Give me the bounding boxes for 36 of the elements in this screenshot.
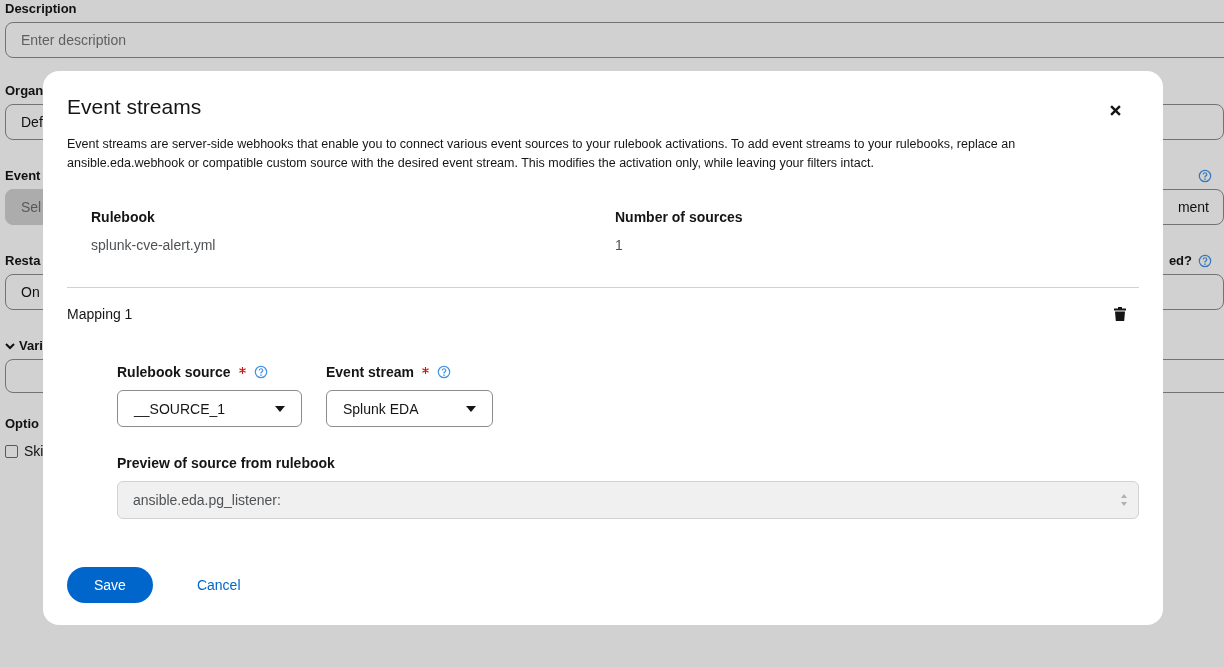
trash-icon[interactable]: [1114, 307, 1126, 321]
description-field[interactable]: Enter description: [5, 22, 1224, 58]
field-label: Description: [5, 0, 78, 18]
close-icon[interactable]: [1110, 104, 1121, 116]
mapping-title: Mapping 1: [67, 306, 133, 322]
help-icon[interactable]: [1198, 254, 1212, 268]
checkbox-label: Ski: [24, 443, 44, 459]
table-cell-text: 1: [615, 236, 624, 255]
select-dropdown[interactable]: Splunk EDA: [326, 390, 493, 427]
field-label: ed?: [1168, 252, 1192, 270]
cancel-button[interactable]: Cancel: [180, 571, 257, 599]
section-label: Vari: [19, 337, 43, 355]
help-icon[interactable]: [253, 365, 268, 379]
select-dropdown[interactable]: __SOURCE_1: [117, 390, 302, 427]
field-label: Organ: [5, 82, 45, 100]
table-cell-text: splunk-cve-alert.yml: [91, 236, 217, 255]
field-label: Event stream: [326, 363, 414, 382]
modal-title: Event streams: [67, 95, 202, 119]
section-label: Optio: [5, 415, 40, 433]
preview-textarea[interactable]: ansible.eda.pg_listener:: [117, 481, 1139, 519]
description-text: Event streams are server-side webhooks that enable you to connect various event sources to your rulebook activations. To add event streams to your rulebooks, replace an ansible.eda.webhook or compatible custom source with the desired event stream. This modifies the activation only, while leaving your filters intact.: [67, 136, 1017, 172]
field-label: Preview of source from rulebook: [117, 454, 336, 473]
spinner-arrows-icon: [1120, 493, 1128, 507]
save-button[interactable]: Save: [67, 567, 153, 603]
field-label: Resta: [5, 252, 42, 270]
field-value: ment: [1177, 199, 1209, 215]
field-label: Event: [5, 167, 42, 185]
column-header: Rulebook: [91, 208, 156, 227]
help-icon[interactable]: [436, 365, 451, 379]
field-label: Rulebook source: [117, 363, 231, 382]
help-icon[interactable]: [1198, 169, 1212, 183]
caret-icon: [466, 405, 476, 412]
column-header: Number of sources: [615, 208, 744, 227]
checkbox[interactable]: [5, 444, 18, 458]
caret-icon: [275, 405, 285, 412]
chevron-icon[interactable]: [5, 341, 15, 351]
